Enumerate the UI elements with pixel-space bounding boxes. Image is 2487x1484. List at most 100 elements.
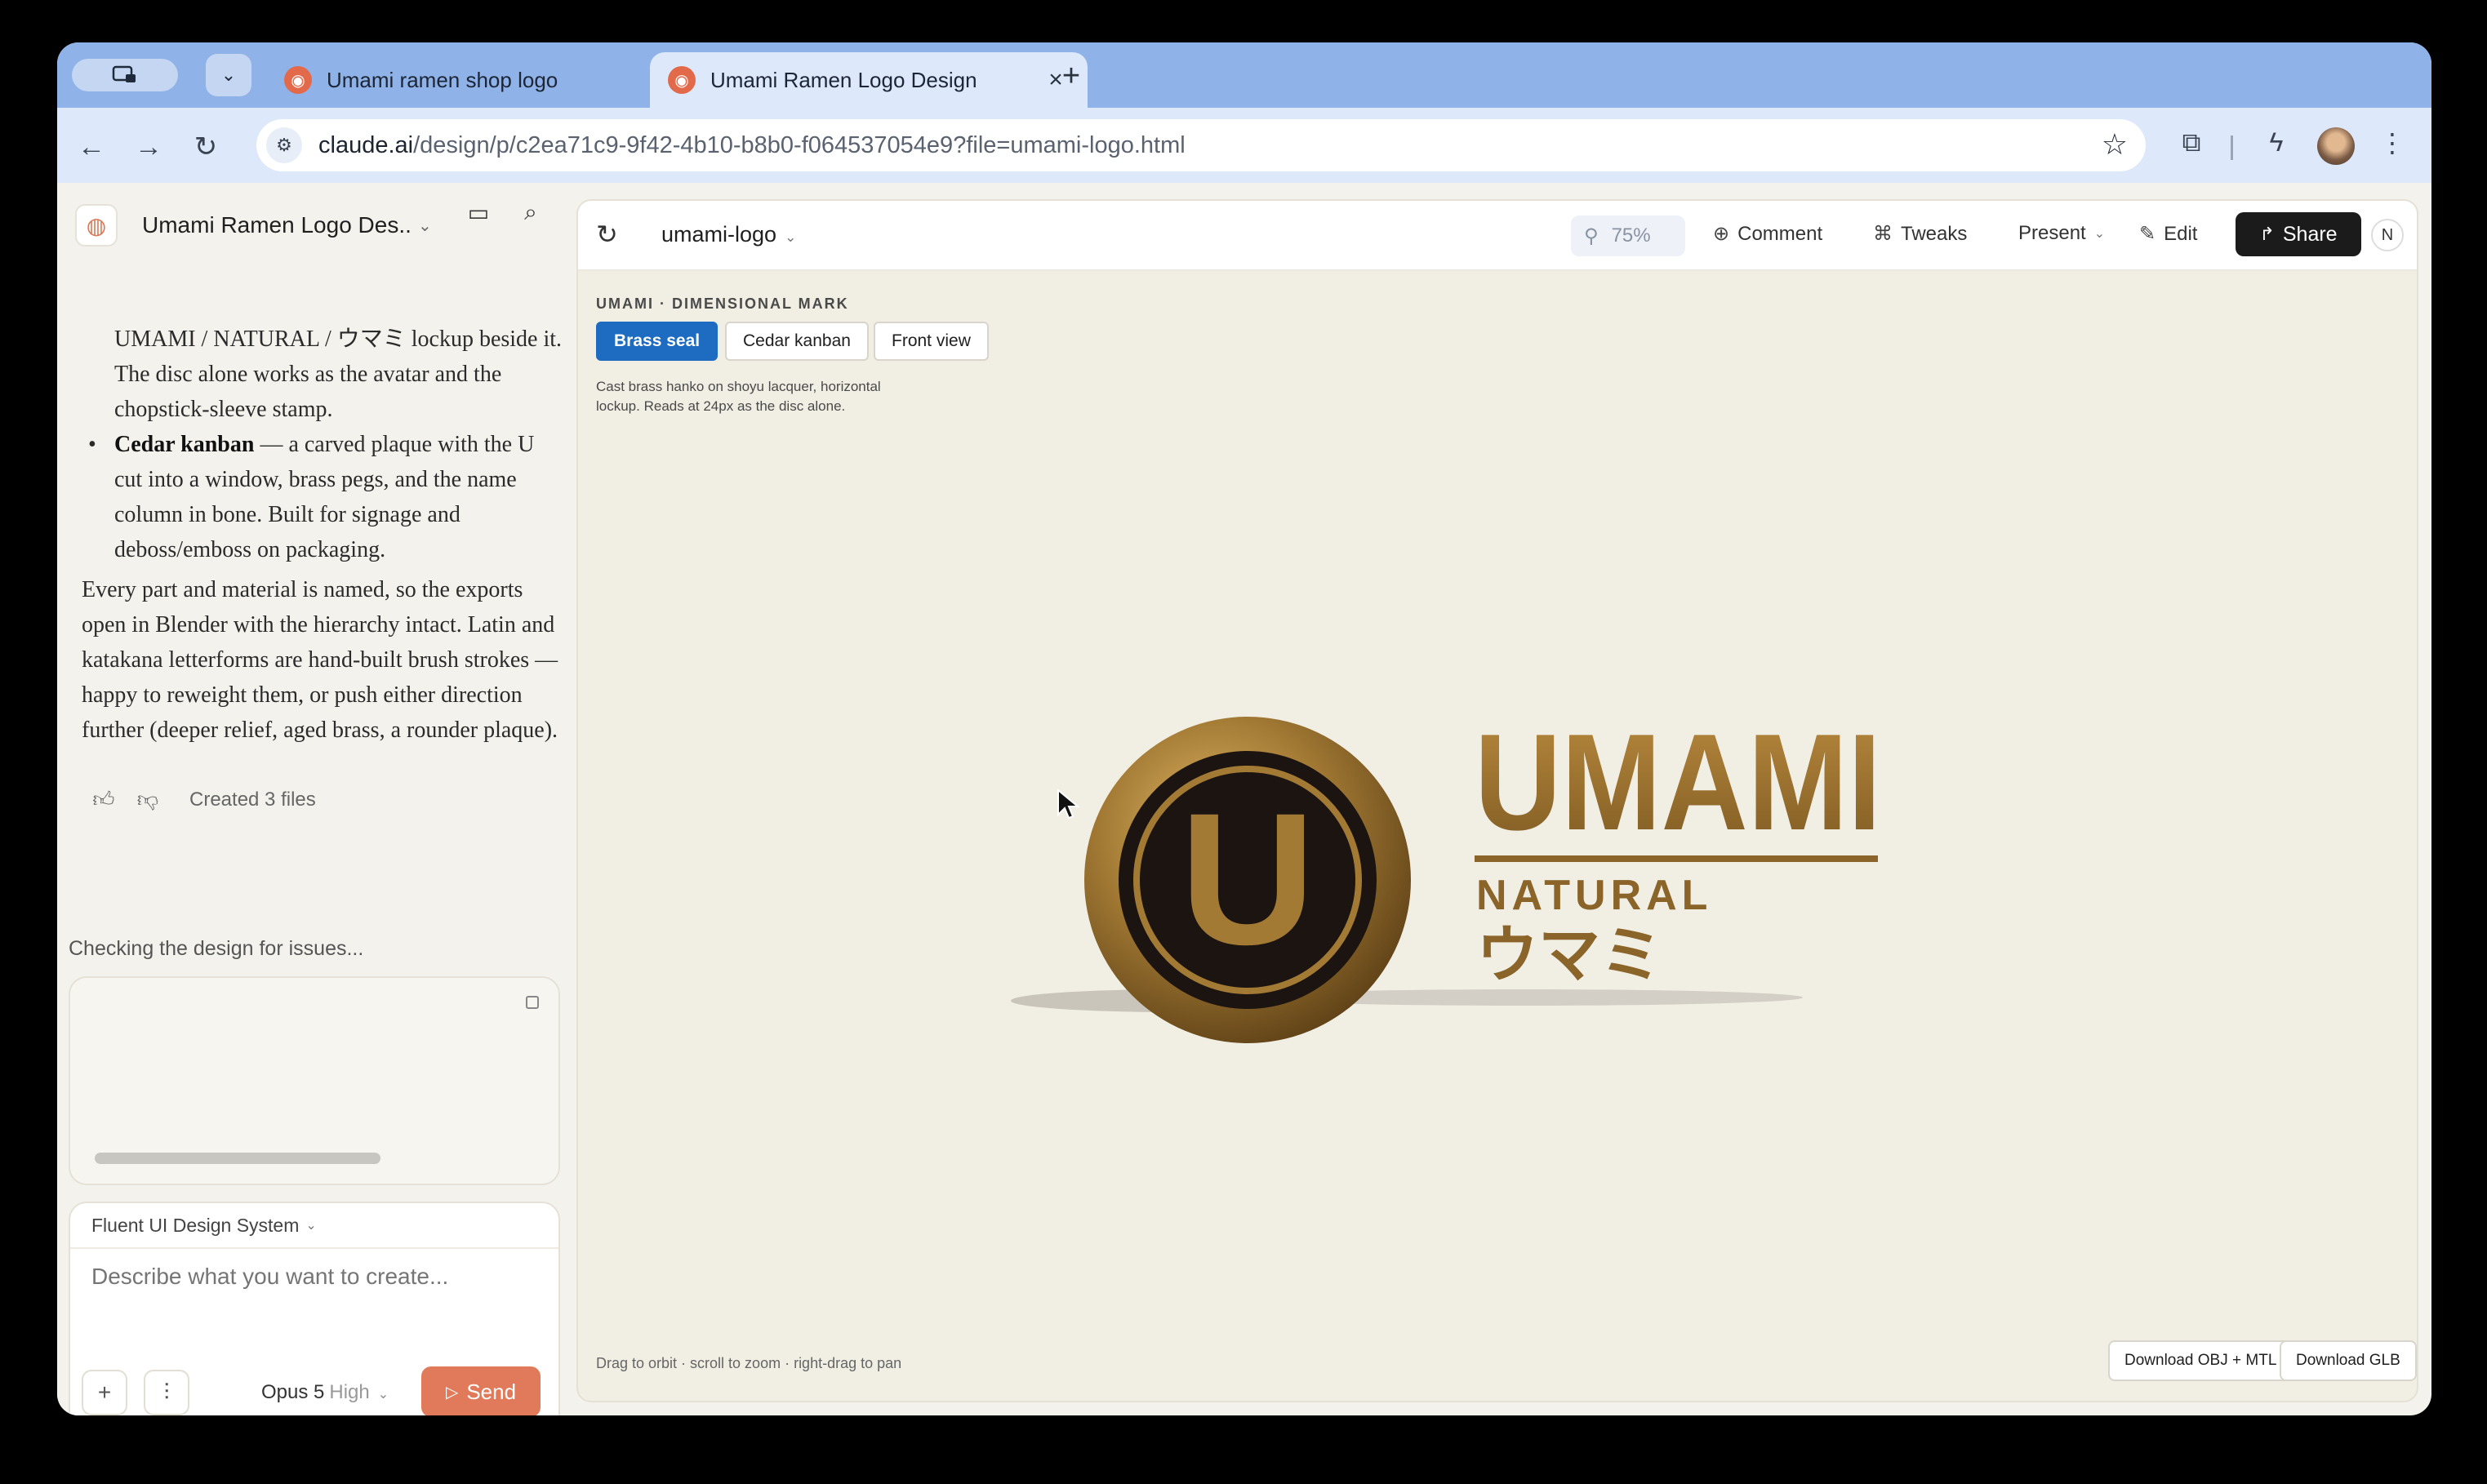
bookmark-star-icon[interactable]: ☆ xyxy=(2102,127,2128,162)
checkbox-icon xyxy=(526,996,539,1009)
send-button[interactable]: ▷ Send xyxy=(421,1366,541,1415)
tab-umami-ramen-shop-logo[interactable]: ◉ Umami ramen shop logo × xyxy=(266,52,707,108)
notifications-icon[interactable]: ⌕ xyxy=(514,199,547,226)
toolbar-divider xyxy=(2231,136,2233,160)
comment-button[interactable]: ⊕ Comment xyxy=(1713,222,1822,246)
share-arrow-icon: ↱ xyxy=(2259,224,2275,244)
mouse-cursor-icon xyxy=(1057,789,1080,820)
present-label: Present xyxy=(2018,222,2086,244)
prompt-input[interactable] xyxy=(91,1264,541,1290)
status-text: Checking the design for issues... xyxy=(69,937,364,960)
tab-strip: ⌄ ◉ Umami ramen shop logo × ◉ Umami Rame… xyxy=(57,42,2431,108)
chevron-down-icon: ⌄ xyxy=(220,64,237,85)
tweaks-icon: ⌘ xyxy=(1873,223,1893,245)
chevron-down-icon: ⌄ xyxy=(785,229,797,245)
message-paragraph: Every part and material is named, so the… xyxy=(82,577,558,743)
share-label: Share xyxy=(2282,222,2338,246)
file-selector[interactable]: umami-logo ⌄ xyxy=(661,222,796,247)
palette-project-icon[interactable]: ◍ xyxy=(75,204,118,247)
model-effort: High xyxy=(329,1381,370,1403)
wordmark: UMAMI xyxy=(1475,705,1881,859)
add-attachment-plus-icon[interactable]: + xyxy=(82,1370,127,1415)
message-text: UMAMI / NATURAL / ウマミ lockup beside it. … xyxy=(114,327,563,422)
message-feedback: 👍︎ 👎︎ Created 3 files xyxy=(90,787,316,812)
reload-icon[interactable]: ↻ xyxy=(186,127,225,167)
tab-title: Umami Ramen Logo Design xyxy=(710,67,977,92)
created-files-label[interactable]: Created 3 files xyxy=(189,789,316,811)
user-avatar[interactable]: N xyxy=(2371,219,2404,251)
thumbs-up-icon[interactable]: 👍︎ xyxy=(90,787,118,812)
download-glb-button[interactable]: Download GLB xyxy=(2280,1340,2417,1381)
chevron-down-icon: ⌄ xyxy=(305,1219,317,1233)
variant-cedar-kanban-button[interactable]: Cedar kanban xyxy=(725,322,869,361)
tab-title: Umami ramen shop logo xyxy=(327,67,558,92)
tab-umami-ramen-logo-design[interactable]: ◉ Umami Ramen Logo Design × xyxy=(650,52,1088,108)
magnifier-icon: ⚲ xyxy=(1584,224,1599,247)
kebab-menu-icon[interactable]: ⋮ xyxy=(2373,127,2412,158)
pencil-icon: ✎ xyxy=(2139,223,2156,245)
share-button[interactable]: ↱ Share xyxy=(2236,212,2361,256)
viewport-hint: Drag to orbit · scroll to zoom · right-d… xyxy=(596,1355,902,1371)
variant-caption: Cast brass hanko on shoyu lacquer, horiz… xyxy=(596,379,881,414)
model-name: Opus 5 xyxy=(261,1381,325,1403)
model-selector[interactable]: Opus 5 High ⌄ xyxy=(261,1381,389,1404)
edit-label: Edit xyxy=(2164,222,2198,245)
progress-bar xyxy=(95,1153,380,1164)
palette-favicon-icon: ◉ xyxy=(284,66,312,94)
zoom-control[interactable]: ⚲ 75% xyxy=(1571,215,1685,256)
present-button[interactable]: Present ⌄ xyxy=(2018,222,2105,245)
chevron-down-icon[interactable]: ⌄ xyxy=(418,215,432,236)
comment-label: Comment xyxy=(1737,222,1823,245)
prompt-composer: Fluent UI Design System ⌄ + ⫶ Opus 5High… xyxy=(69,1202,560,1415)
sidebar-toggle-icon[interactable]: ▭ xyxy=(462,199,495,226)
katakana: ウマミ xyxy=(1476,918,1662,991)
tab-list-button[interactable]: ⌄ xyxy=(206,54,251,96)
file-name: umami-logo xyxy=(661,222,777,247)
canvas-toolbar: ↻ umami-logo ⌄ ⚲ 75% ⊕ Comment ⌘ Tweaks Pres… xyxy=(578,201,2417,271)
variant-brass-seal-button[interactable]: Brass seal xyxy=(596,322,719,361)
download-obj-button[interactable]: Download OBJ + MTL xyxy=(2108,1340,2293,1381)
bullet-bold-label: Cedar kanban xyxy=(114,432,255,457)
logo-3d-viewport[interactable]: U UMAMI NATURAL ウマミ xyxy=(1003,674,1901,1050)
design-system-label: Fluent UI Design System xyxy=(91,1214,300,1236)
url-text: claude.ai/design/p/c2ea71c9-9f42-4b10-b8… xyxy=(318,132,1186,159)
browser-toolbar: ← → ↻ ⚙ claude.ai/design/p/c2ea71c9-9f42… xyxy=(57,108,2431,183)
chevron-down-icon: ⌄ xyxy=(377,1388,389,1402)
send-label: Send xyxy=(466,1379,517,1404)
site-settings-icon[interactable]: ⚙ xyxy=(266,127,302,163)
seal-letter: U xyxy=(1180,774,1315,984)
edit-button[interactable]: ✎ Edit xyxy=(2139,222,2197,246)
preview-thumbnail[interactable] xyxy=(69,976,560,1185)
profile-avatar[interactable] xyxy=(2317,127,2355,165)
comment-icon: ⊕ xyxy=(1713,223,1730,245)
variant-front-view-button[interactable]: Front view xyxy=(874,322,989,361)
subline: NATURAL xyxy=(1476,872,1712,919)
tab-search-icon xyxy=(112,65,136,82)
browser-window: ⌄ ◉ Umami ramen shop logo × ◉ Umami Rame… xyxy=(57,42,2431,1415)
design-canvas[interactable]: ↻ umami-logo ⌄ ⚲ 75% ⊕ Comment ⌘ Tweaks Pres… xyxy=(576,199,2418,1402)
extensions-puzzle-icon[interactable]: ⧉ xyxy=(2172,127,2211,158)
performance-bolt-icon[interactable]: ϟ xyxy=(2257,127,2296,158)
palette-favicon-icon: ◉ xyxy=(668,66,696,94)
forward-arrow-icon[interactable]: → xyxy=(129,127,168,167)
new-tab-plus-icon[interactable]: + xyxy=(1053,59,1089,94)
url-path: /design/p/c2ea71c9-9f42-4b10-b8b0-f06453… xyxy=(413,131,1186,158)
wordmark-rule xyxy=(1475,855,1878,862)
tweaks-button[interactable]: ⌘ Tweaks xyxy=(1873,222,1967,246)
project-title[interactable]: Umami Ramen Logo Des... xyxy=(142,212,412,238)
tweaks-label: Tweaks xyxy=(1901,222,1968,245)
design-system-selector[interactable]: Fluent UI Design System ⌄ xyxy=(70,1203,558,1249)
send-arrow-icon: ▷ xyxy=(445,1383,459,1402)
section-kicker: UMAMI · DIMENSIONAL MARK xyxy=(596,295,849,312)
chevron-down-icon: ⌄ xyxy=(2093,227,2106,241)
tab-search-button[interactable] xyxy=(72,59,178,91)
back-arrow-icon[interactable]: ← xyxy=(72,127,111,167)
refresh-icon[interactable]: ↻ xyxy=(596,219,618,250)
address-bar[interactable]: ⚙ claude.ai/design/p/c2ea71c9-9f42-4b10-… xyxy=(256,119,2146,171)
bullet-list: Cedar kanban — a carved plaque with the … xyxy=(82,427,563,567)
thumbs-down-icon[interactable]: 👎︎ xyxy=(134,787,162,812)
chat-panel: ◍ Umami Ramen Logo Des... ⌄ ▭ ⌕ UMAMI / … xyxy=(57,183,572,1415)
zoom-value: 75% xyxy=(1611,224,1651,247)
assistant-message: UMAMI / NATURAL / ウマミ lockup beside it. … xyxy=(82,322,563,748)
voice-waveform-icon[interactable]: ⫶ xyxy=(144,1370,189,1415)
